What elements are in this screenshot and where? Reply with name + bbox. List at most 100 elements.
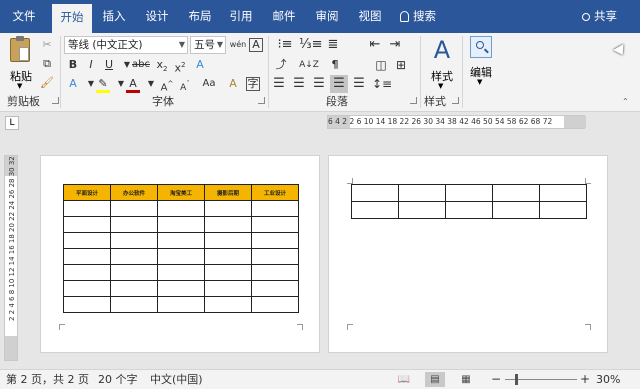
document-page-2[interactable] bbox=[328, 155, 608, 353]
tab-mailings[interactable]: 邮件 bbox=[268, 0, 300, 33]
align-right-icon[interactable]: ☰ bbox=[310, 75, 328, 93]
table-cell[interactable] bbox=[157, 264, 205, 281]
borders-icon[interactable]: ⊞ bbox=[392, 56, 410, 74]
language-indicator[interactable]: 中文(中国) bbox=[150, 370, 203, 389]
sort-icon[interactable]: A↓Z bbox=[298, 56, 320, 74]
table-cell[interactable] bbox=[351, 201, 399, 219]
horizontal-ruler[interactable]: 6 4 2 2 6 10 14 18 22 26 30 34 38 42 46 … bbox=[327, 115, 586, 129]
tab-view[interactable]: 视图 bbox=[354, 0, 386, 33]
table-cell[interactable] bbox=[398, 184, 446, 202]
character-border-icon[interactable]: A bbox=[249, 38, 263, 52]
table-cell[interactable] bbox=[110, 200, 158, 217]
tab-stop-selector[interactable]: L bbox=[5, 116, 19, 130]
document-page-1[interactable]: 平面设计 办公软件 淘宝美工 摄影后期 工业设计 bbox=[40, 155, 320, 353]
justify-icon[interactable]: ☰ bbox=[330, 75, 348, 93]
table-page-2[interactable] bbox=[351, 184, 587, 219]
phonetic-guide-icon[interactable]: wén bbox=[229, 36, 247, 54]
table-cell[interactable] bbox=[157, 200, 205, 217]
show-formatting-marks-icon[interactable]: ¶ bbox=[326, 56, 344, 74]
table-cell[interactable] bbox=[157, 232, 205, 249]
table-cell[interactable] bbox=[157, 296, 205, 313]
share-button[interactable]: 共享 bbox=[582, 0, 617, 33]
styles-button[interactable]: A 样式 ▼ bbox=[426, 36, 458, 90]
paste-button[interactable]: 粘贴 ▼ bbox=[6, 36, 36, 90]
table-cell[interactable] bbox=[445, 201, 493, 219]
align-left-icon[interactable]: ☰ bbox=[270, 75, 288, 93]
table-cell[interactable] bbox=[110, 232, 158, 249]
styles-launcher-icon[interactable] bbox=[452, 97, 459, 104]
editing-button[interactable]: 编辑 ▼ bbox=[466, 36, 496, 90]
table-cell[interactable] bbox=[251, 232, 299, 249]
clear-formatting-icon[interactable]: A bbox=[224, 75, 242, 93]
tab-references[interactable]: 引用 bbox=[225, 0, 257, 33]
font-launcher-icon[interactable] bbox=[258, 97, 265, 104]
table-cell[interactable] bbox=[110, 248, 158, 265]
paragraph-launcher-icon[interactable] bbox=[410, 97, 417, 104]
table-cell[interactable] bbox=[539, 184, 587, 202]
shading-icon[interactable]: ◫ bbox=[372, 56, 390, 74]
bold-icon[interactable]: B bbox=[64, 56, 82, 74]
table-cell[interactable] bbox=[351, 184, 399, 202]
collapse-ribbon-icon[interactable]: ⌃ bbox=[622, 97, 629, 106]
text-effects-icon-2[interactable]: A bbox=[64, 75, 82, 93]
tab-home[interactable]: 开始 bbox=[52, 4, 92, 33]
table-header-cell[interactable]: 工业设计 bbox=[251, 184, 299, 201]
page-count[interactable]: 第 2 页，共 2 页 bbox=[6, 370, 89, 389]
tab-design[interactable]: 设计 bbox=[141, 0, 173, 33]
distributed-icon[interactable]: ☰ bbox=[350, 75, 368, 93]
table-cell[interactable] bbox=[251, 264, 299, 281]
table-cell[interactable] bbox=[251, 248, 299, 265]
font-shrink-icon[interactable]: Aˇ bbox=[176, 75, 194, 93]
numbering-icon[interactable]: ⅓≡ bbox=[299, 36, 323, 54]
table-cell[interactable] bbox=[204, 264, 252, 281]
cut-icon[interactable]: ✂ bbox=[38, 36, 56, 54]
tab-insert[interactable]: 插入 bbox=[98, 0, 130, 33]
table-cell[interactable] bbox=[492, 201, 540, 219]
read-mode-icon[interactable]: 📖 bbox=[394, 372, 414, 387]
vertical-ruler[interactable]: 2 2 4 6 8 10 12 14 16 18 20 22 24 26 28 … bbox=[4, 155, 18, 361]
chinese-layout-icon[interactable]: ⤴ bbox=[272, 56, 290, 74]
highlight-icon[interactable]: ✎ bbox=[94, 75, 112, 93]
print-layout-icon[interactable]: ▤ bbox=[425, 372, 445, 387]
table-cell[interactable] bbox=[110, 216, 158, 233]
table-cell[interactable] bbox=[157, 248, 205, 265]
table-cell[interactable] bbox=[204, 232, 252, 249]
line-spacing-icon[interactable]: ↕≡ bbox=[372, 75, 392, 93]
table-cell[interactable] bbox=[204, 296, 252, 313]
zoom-level[interactable]: 30% bbox=[596, 370, 620, 389]
table-header-cell[interactable]: 摄影后期 bbox=[204, 184, 252, 201]
zoom-in-icon[interactable]: + bbox=[580, 371, 590, 388]
table-cell[interactable] bbox=[251, 216, 299, 233]
table-cell[interactable] bbox=[63, 216, 111, 233]
table-cell[interactable] bbox=[251, 280, 299, 297]
increase-indent-icon[interactable]: ⇥ bbox=[386, 36, 404, 54]
tab-file[interactable]: 文件 bbox=[6, 0, 42, 33]
text-effects-icon[interactable]: A bbox=[191, 56, 209, 74]
zoom-out-icon[interactable]: − bbox=[491, 371, 501, 388]
decrease-indent-icon[interactable]: ⇤ bbox=[366, 36, 384, 54]
font-color-icon[interactable]: A bbox=[124, 75, 142, 93]
table-cell[interactable] bbox=[63, 248, 111, 265]
web-layout-icon[interactable]: ▦ bbox=[456, 372, 476, 387]
table-cell[interactable] bbox=[63, 296, 111, 313]
align-center-icon[interactable]: ☰ bbox=[290, 75, 308, 93]
table-cell[interactable] bbox=[539, 201, 587, 219]
word-count[interactable]: 20 个字 bbox=[98, 370, 138, 389]
subscript-icon[interactable]: x2 bbox=[153, 56, 171, 74]
table-cell[interactable] bbox=[63, 264, 111, 281]
table-cell[interactable] bbox=[251, 200, 299, 217]
bullets-icon[interactable]: ⁝≡ bbox=[272, 36, 298, 54]
tab-review[interactable]: 审阅 bbox=[311, 0, 343, 33]
table-cell[interactable] bbox=[110, 296, 158, 313]
underline-icon[interactable]: U bbox=[100, 56, 118, 74]
format-painter-icon[interactable]: 🖌 bbox=[38, 74, 56, 92]
multilevel-list-icon[interactable]: ≣ bbox=[322, 36, 344, 54]
table-cell[interactable] bbox=[251, 296, 299, 313]
table-cell[interactable] bbox=[63, 280, 111, 297]
table-header-cell[interactable]: 办公软件 bbox=[110, 184, 158, 201]
table-cell[interactable] bbox=[63, 200, 111, 217]
table-cell[interactable] bbox=[398, 201, 446, 219]
change-case-icon[interactable]: Aa bbox=[200, 75, 218, 93]
enclose-characters-icon[interactable]: 字 bbox=[246, 77, 260, 91]
table-cell[interactable] bbox=[110, 280, 158, 297]
